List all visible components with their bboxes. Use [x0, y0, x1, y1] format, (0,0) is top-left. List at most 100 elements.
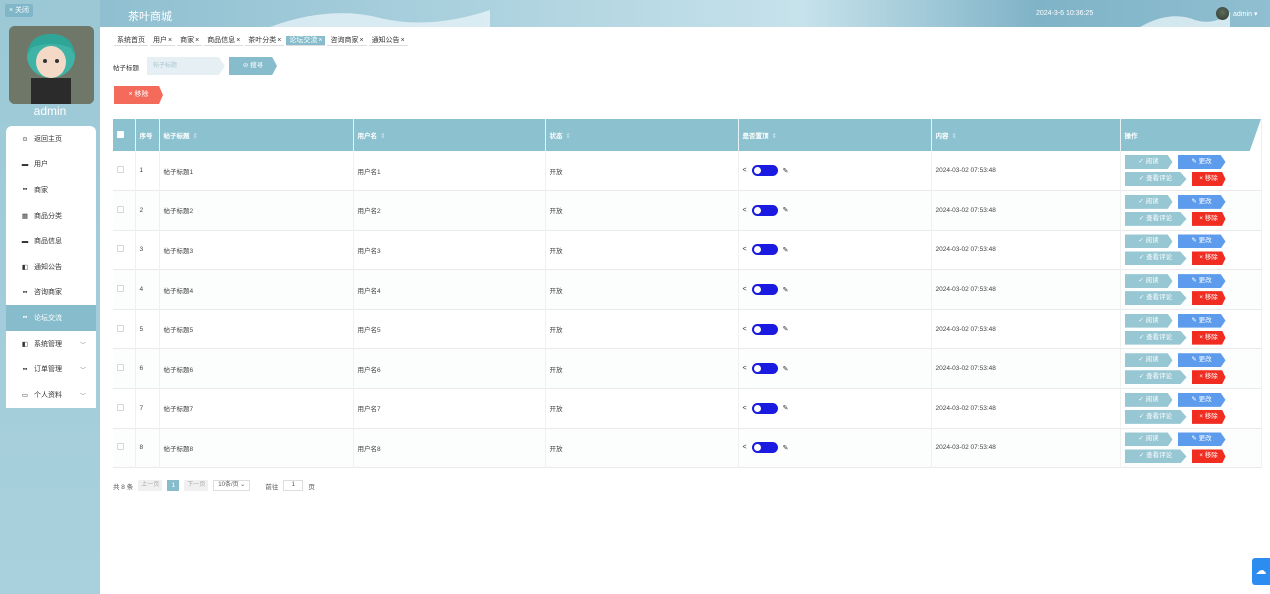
- pinned-toggle[interactable]: [751, 323, 778, 335]
- edit-button[interactable]: ✎ 更改: [1177, 155, 1226, 170]
- tab-home[interactable]: 系统首页: [114, 36, 148, 46]
- delete-button[interactable]: × 移除: [1191, 330, 1226, 345]
- delete-button[interactable]: × 移除: [1191, 409, 1226, 424]
- row-checkbox[interactable]: [117, 166, 124, 174]
- pinned-toggle[interactable]: [751, 402, 778, 414]
- row-checkbox[interactable]: [117, 324, 124, 332]
- tab-forum[interactable]: 论坛交流×: [286, 36, 326, 46]
- close-icon[interactable]: ×: [236, 37, 240, 44]
- sort-icon[interactable]: ⇕: [952, 133, 957, 140]
- sort-icon[interactable]: ⇕: [380, 133, 385, 140]
- edit-button[interactable]: ✎ 更改: [1177, 313, 1226, 328]
- view-comments-button[interactable]: ✓ 查看评论: [1124, 251, 1187, 266]
- tab-product-info[interactable]: 商品信息×: [204, 36, 244, 46]
- read-button[interactable]: ✓ 阅读: [1124, 274, 1173, 289]
- next-page-button[interactable]: 下一页: [184, 480, 209, 491]
- view-comments-button[interactable]: ✓ 查看评论: [1124, 409, 1187, 424]
- pinned-toggle[interactable]: [751, 165, 778, 177]
- edit-button[interactable]: ✎ 更改: [1177, 392, 1226, 407]
- pencil-icon[interactable]: ✎: [783, 246, 789, 254]
- view-comments-button[interactable]: ✓ 查看评论: [1124, 449, 1187, 464]
- sort-icon[interactable]: ⇕: [193, 133, 198, 140]
- pencil-icon[interactable]: ✎: [783, 206, 789, 214]
- share-icon[interactable]: <: [743, 286, 747, 293]
- read-button[interactable]: ✓ 阅读: [1124, 353, 1173, 368]
- sidebar-item-users[interactable]: ▬ 用户: [6, 152, 96, 178]
- edit-button[interactable]: ✎ 更改: [1177, 432, 1226, 447]
- pinned-toggle[interactable]: [751, 284, 778, 296]
- sidebar-item-notices[interactable]: ◧ 通知公告: [6, 254, 96, 280]
- view-comments-button[interactable]: ✓ 查看评论: [1124, 172, 1187, 187]
- sidebar-item-product-info[interactable]: ▬ 商品信息: [6, 228, 96, 254]
- share-icon[interactable]: <: [743, 365, 747, 372]
- close-sidebar-button[interactable]: × 关闭: [5, 4, 34, 17]
- column-header-content[interactable]: 内容 ⇕: [931, 119, 1121, 151]
- prev-page-button[interactable]: 上一页: [138, 480, 163, 491]
- sidebar-item-merchants[interactable]: ▪▪ 商家: [6, 177, 96, 203]
- row-checkbox[interactable]: [117, 245, 124, 253]
- sort-icon[interactable]: ⇕: [566, 133, 571, 140]
- read-button[interactable]: ✓ 阅读: [1124, 194, 1173, 209]
- cloud-icon[interactable]: ☁: [1252, 558, 1270, 585]
- row-checkbox[interactable]: [117, 205, 124, 213]
- page-number[interactable]: 1: [167, 480, 180, 491]
- close-icon[interactable]: ×: [359, 37, 363, 44]
- delete-button[interactable]: × 移除: [1191, 211, 1226, 226]
- pinned-toggle[interactable]: [751, 363, 778, 375]
- close-icon[interactable]: ×: [277, 37, 281, 44]
- close-icon[interactable]: ×: [195, 37, 199, 44]
- pencil-icon[interactable]: ✎: [783, 167, 789, 175]
- row-checkbox[interactable]: [117, 403, 124, 411]
- pinned-toggle[interactable]: [751, 244, 778, 256]
- sidebar-item-system[interactable]: ◧ 系统管理 ﹀: [6, 331, 96, 357]
- read-button[interactable]: ✓ 阅读: [1124, 234, 1173, 249]
- page-size-select[interactable]: 10条/页 ⌄: [213, 480, 251, 491]
- view-comments-button[interactable]: ✓ 查看评论: [1124, 370, 1187, 385]
- select-all-checkbox[interactable]: [117, 130, 124, 138]
- pencil-icon[interactable]: ✎: [783, 286, 789, 294]
- sidebar-item-orders[interactable]: ▪▪ 订单管理 ﹀: [6, 356, 96, 382]
- delete-button[interactable]: × 移除: [1191, 172, 1226, 187]
- pinned-toggle[interactable]: [751, 442, 778, 454]
- edit-button[interactable]: ✎ 更改: [1177, 234, 1226, 249]
- share-icon[interactable]: <: [743, 326, 747, 333]
- user-menu[interactable]: admin ▾: [1233, 10, 1258, 18]
- sidebar-item-profile[interactable]: ▭ 个人资料 ﹀: [6, 382, 96, 408]
- read-button[interactable]: ✓ 阅读: [1124, 432, 1173, 447]
- tab-consult[interactable]: 咨询商家×: [327, 36, 367, 46]
- close-icon[interactable]: ×: [168, 37, 172, 44]
- sidebar-item-home[interactable]: ⊙ 返回主页: [6, 126, 96, 152]
- close-icon[interactable]: ×: [401, 37, 405, 44]
- select-all-header[interactable]: [113, 119, 136, 151]
- read-button[interactable]: ✓ 阅读: [1124, 155, 1173, 170]
- tab-merchants[interactable]: 商家×: [177, 36, 203, 46]
- column-header-title[interactable]: 帖子标题 ⇕: [159, 119, 354, 151]
- tab-tea-category[interactable]: 茶叶分类×: [245, 36, 285, 46]
- share-icon[interactable]: <: [743, 207, 747, 214]
- read-button[interactable]: ✓ 阅读: [1124, 313, 1173, 328]
- column-header-username[interactable]: 用户名 ⇕: [353, 119, 546, 151]
- column-header-pinned[interactable]: 是否置顶 ⇕: [738, 119, 932, 151]
- share-icon[interactable]: <: [743, 444, 747, 451]
- delete-button[interactable]: × 移除: [1191, 449, 1226, 464]
- edit-button[interactable]: ✎ 更改: [1177, 274, 1226, 289]
- pencil-icon[interactable]: ✎: [783, 444, 789, 452]
- delete-button[interactable]: × 移除: [1191, 251, 1226, 266]
- search-button[interactable]: ⊘ 搜寻: [229, 57, 277, 75]
- row-checkbox[interactable]: [117, 364, 124, 372]
- sort-icon[interactable]: ⇕: [772, 133, 777, 140]
- delete-button[interactable]: × 移除: [1191, 370, 1226, 385]
- pencil-icon[interactable]: ✎: [783, 325, 789, 333]
- batch-remove-button[interactable]: × 移除: [114, 86, 163, 104]
- goto-page-input[interactable]: 1: [283, 480, 304, 491]
- view-comments-button[interactable]: ✓ 查看评论: [1124, 211, 1187, 226]
- share-icon[interactable]: <: [743, 167, 747, 174]
- tab-notices[interactable]: 通知公告×: [368, 36, 408, 46]
- pencil-icon[interactable]: ✎: [783, 365, 789, 373]
- search-input[interactable]: [147, 57, 225, 75]
- delete-button[interactable]: × 移除: [1191, 291, 1226, 306]
- view-comments-button[interactable]: ✓ 查看评论: [1124, 330, 1187, 345]
- read-button[interactable]: ✓ 阅读: [1124, 392, 1173, 407]
- sidebar-item-consult[interactable]: ▪▪ 咨询商家: [6, 280, 96, 306]
- row-checkbox[interactable]: [117, 285, 124, 293]
